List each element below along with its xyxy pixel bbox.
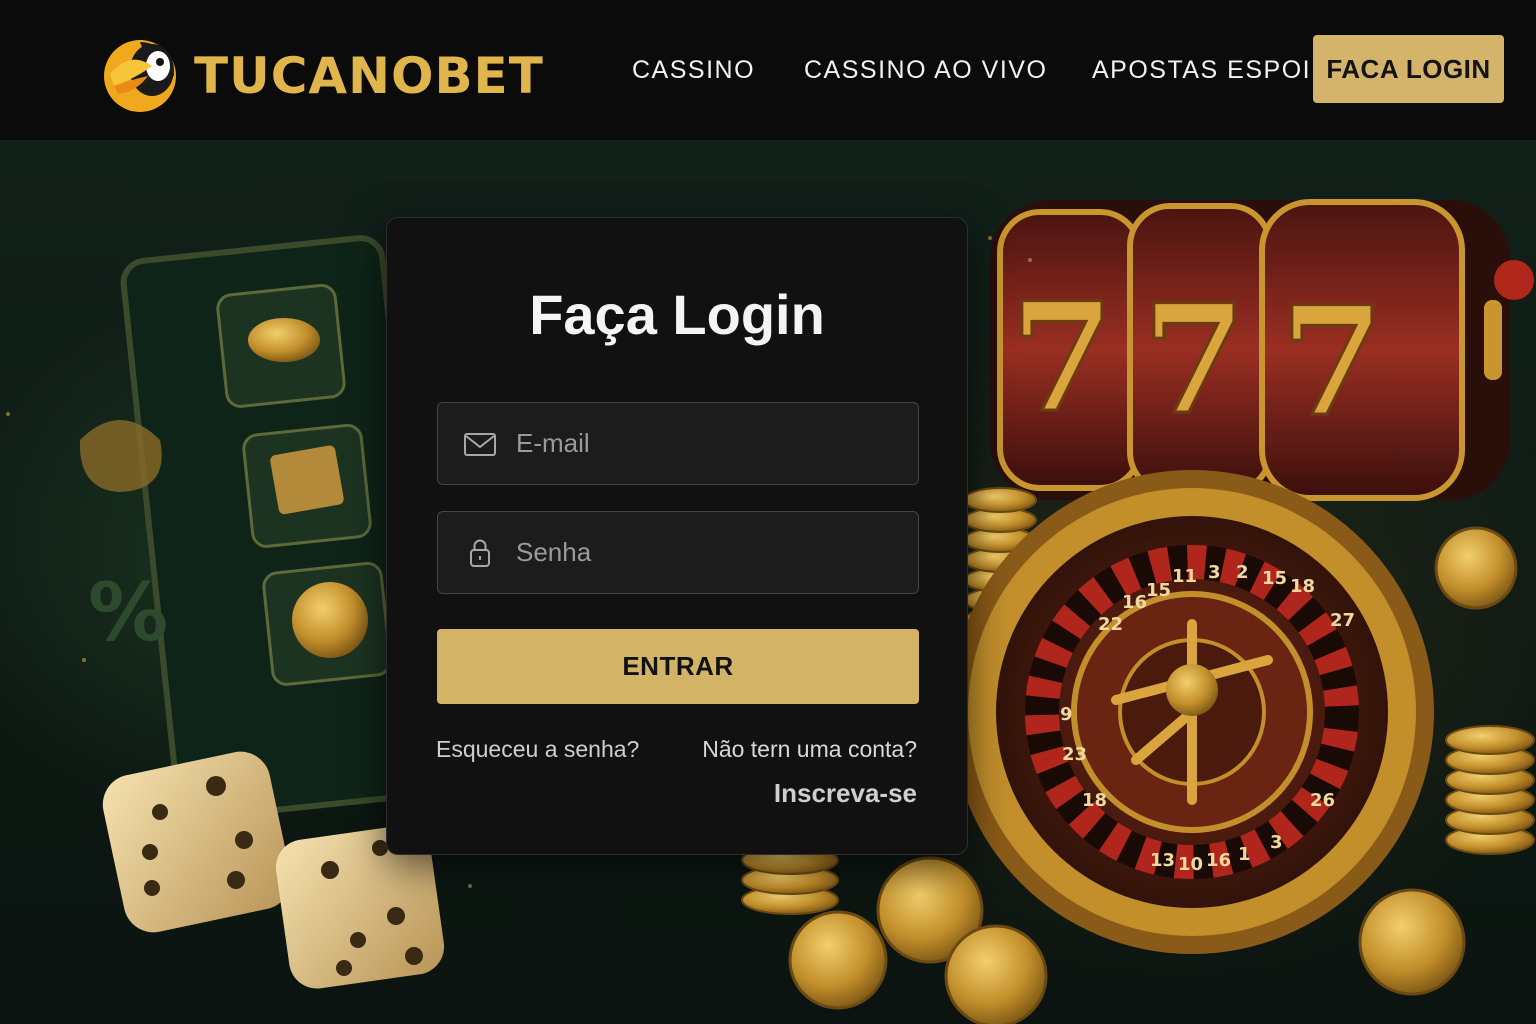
nav-cassino[interactable]: CASSINO — [632, 50, 755, 90]
email-field[interactable] — [437, 402, 919, 485]
password-field[interactable] — [437, 511, 919, 594]
svg-text:23: 23 — [1062, 744, 1087, 765]
password-input[interactable] — [516, 522, 918, 583]
svg-text:16: 16 — [1206, 850, 1231, 871]
brand-logo-link[interactable]: TUCANOBET — [100, 36, 544, 116]
svg-text:27: 27 — [1330, 610, 1355, 631]
email-input[interactable] — [516, 413, 918, 474]
nav-cassino-ao-vivo[interactable]: CASSINO AO VIVO — [804, 50, 1047, 90]
svg-text:1: 1 — [1238, 844, 1251, 865]
svg-text:18: 18 — [1290, 576, 1315, 597]
svg-text:3: 3 — [1208, 562, 1221, 583]
svg-text:22: 22 — [1098, 614, 1123, 635]
svg-text:26: 26 — [1310, 790, 1335, 811]
login-card: Faça Login ENTRAR Esqueceu a senha? Não … — [386, 217, 968, 855]
header-login-button[interactable]: FACA LOGIN — [1313, 35, 1504, 103]
no-account-text: Não tern uma conta? — [702, 736, 917, 762]
slot-machine-illustration: 7 7 7 — [990, 199, 1534, 501]
brand-name: TUCANOBET — [194, 47, 544, 105]
slot-reel-1: 7 — [1010, 270, 1114, 446]
nav-apostas-esportivas[interactable]: APOSTAS ESPOI — [1092, 50, 1311, 90]
svg-text:15: 15 — [1262, 568, 1287, 589]
slot-reel-3: 7 — [1280, 274, 1384, 450]
top-header: TUCANOBET CASSINO CASSINO AO VIVO APOSTA… — [0, 0, 1536, 140]
toucan-logo-icon — [104, 40, 176, 112]
svg-text:18: 18 — [1082, 790, 1107, 811]
svg-text:13: 13 — [1150, 850, 1175, 871]
lock-icon — [470, 539, 490, 567]
svg-text:3: 3 — [1270, 832, 1283, 853]
svg-text:15: 15 — [1146, 580, 1171, 601]
svg-text:%: % — [88, 566, 168, 659]
signup-link[interactable]: Inscreva-se — [774, 778, 917, 809]
svg-text:2: 2 — [1236, 562, 1249, 583]
slot-reel-2: 7 — [1142, 272, 1246, 448]
forgot-password-link[interactable]: Esqueceu a senha? — [436, 736, 639, 763]
svg-text:10: 10 — [1178, 854, 1203, 875]
entrar-button[interactable]: ENTRAR — [437, 629, 919, 704]
login-title: Faça Login — [529, 283, 825, 346]
roulette-wheel-illustration: 11 3 2 15 18 16 15 22 27 9 23 18 13 10 1… — [950, 470, 1434, 954]
svg-text:9: 9 — [1060, 704, 1073, 725]
phone-illustration: % — [79, 235, 440, 821]
svg-text:16: 16 — [1122, 592, 1147, 613]
svg-text:11: 11 — [1172, 566, 1197, 587]
envelope-icon — [464, 432, 496, 456]
